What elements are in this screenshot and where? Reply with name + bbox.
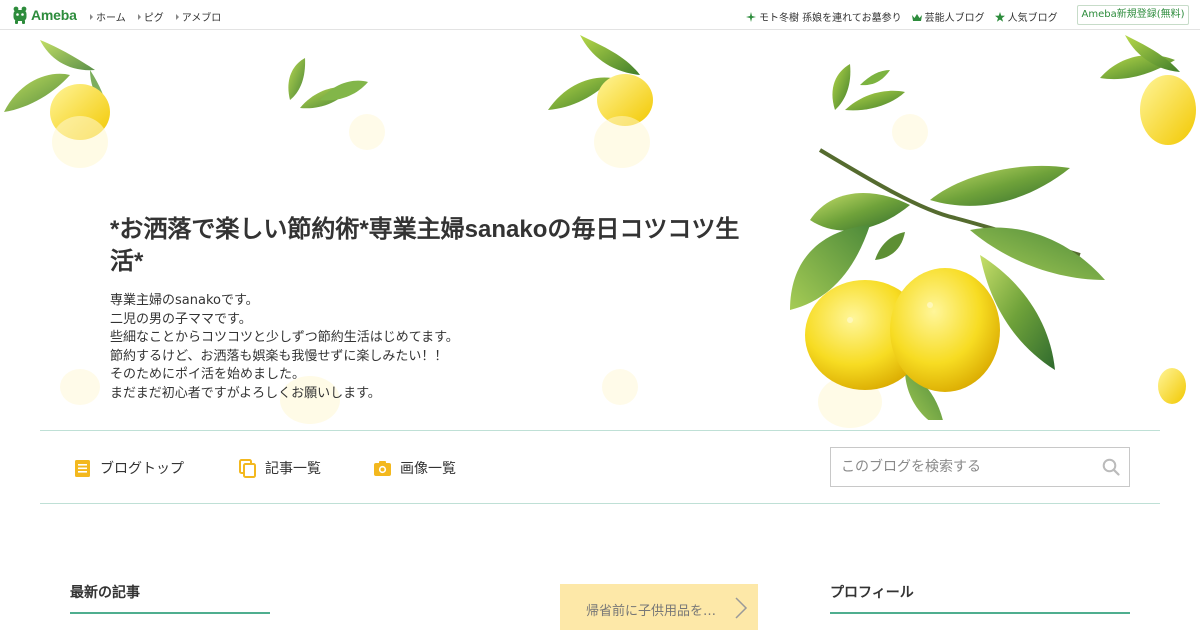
leaf-sprig-top (288, 58, 368, 109)
top-nav-label: アメブロ (181, 13, 222, 24)
triangle-right-icon (175, 13, 179, 20)
top-nav: ホーム ピグ アメブロ (90, 9, 221, 24)
top-nav-home[interactable]: ホーム (90, 9, 126, 24)
profile-divider (830, 612, 1130, 614)
top-bar: Ameba ホーム ピグ アメブロ モト冬樹 孫娘を連れてお墓参り 芸能人ブログ (0, 0, 1200, 30)
blog-description-line: 専業主婦のsanakoです。 (110, 293, 259, 308)
search-icon[interactable] (1102, 458, 1120, 476)
triangle-right-icon (90, 13, 93, 20)
copy-icon (239, 458, 256, 478)
top-link-news[interactable]: モト冬樹 孫娘を連れてお墓参り (746, 9, 902, 24)
signup-button[interactable]: Ameba新規登録(無料) (1077, 5, 1189, 25)
nav-blog-top[interactable]: ブログトップ (73, 458, 184, 478)
profile-heading: プロフィール (830, 585, 914, 601)
latest-entries-heading: 最新の記事 (70, 585, 140, 601)
blog-description-line: まだまだ初心者ですがよろしくお願いします。 (110, 385, 381, 401)
sparkle-icon (746, 11, 756, 22)
blog-description-line: そのためにポイ活を始めました。 (110, 367, 306, 383)
banner-text: 帰省前に子供用品を… (586, 604, 717, 619)
lemon-branch-illustration (790, 148, 1105, 420)
top-link-label: モト冬樹 孫娘を連れてお墓参り (759, 13, 902, 24)
nav-label: ブログトップ (100, 461, 184, 477)
nav-image-list[interactable]: 画像一覧 (373, 458, 456, 478)
triangle-right-icon (137, 13, 141, 20)
top-nav-ameblo[interactable]: アメブロ (175, 9, 222, 24)
star-icon (994, 11, 1005, 22)
latest-entry-banner[interactable]: 帰省前に子供用品を… (560, 584, 758, 630)
blog-description-line: 節約するけど、お洒落も娯楽も我慢せずに楽しみたい！！ (110, 348, 448, 364)
blog-nav: ブログトップ 記事一覧 画像一覧 (40, 430, 1160, 504)
top-link-label: 人気ブログ (1007, 13, 1058, 24)
search-input[interactable] (831, 448, 1091, 486)
top-nav-pigg[interactable]: ピグ (137, 9, 164, 24)
ameba-logo-icon (13, 6, 27, 24)
blog-description: 専業主婦のsanakoです。 二児の男の子ママです。 些細なことからコツコツと少… (110, 292, 459, 404)
ameba-logo-text: Ameba (31, 7, 77, 23)
document-icon (75, 459, 90, 477)
nav-entry-list[interactable]: 記事一覧 (238, 458, 321, 478)
blog-description-line: 二児の男の子ママです。 (110, 311, 252, 327)
nav-label: 画像一覧 (400, 461, 456, 477)
lemon-sprig-top-far-right (1100, 35, 1196, 145)
leaf-sprig-top-right (832, 64, 905, 111)
latest-entries-divider (70, 612, 270, 614)
top-link-label: 芸能人ブログ (924, 13, 985, 24)
nav-label: 記事一覧 (265, 461, 321, 477)
blog-description-line: 些細なことからコツコツと少しずつ節約生活はじめてます。 (110, 330, 459, 346)
lemon-sprig-top-center (548, 35, 653, 126)
ameba-logo[interactable]: Ameba (12, 6, 77, 24)
blog-search (830, 447, 1130, 487)
top-nav-label: ホーム (96, 13, 126, 24)
top-links: モト冬樹 孫娘を連れてお墓参り 芸能人ブログ 人気ブログ (746, 9, 1058, 24)
blog-title[interactable]: *お洒落で楽しい節約術*専業主婦sanakoの毎日コツコツ生活* (110, 214, 750, 278)
top-link-popular[interactable]: 人気ブログ (994, 9, 1058, 24)
blog-header: *お洒落で楽しい節約術*専業主婦sanakoの毎日コツコツ生活* 専業主婦のsa… (0, 30, 1200, 430)
top-nav-label: ピグ (143, 13, 164, 24)
camera-icon (374, 460, 391, 476)
top-link-celebrity[interactable]: 芸能人ブログ (911, 9, 985, 24)
crown-icon (911, 13, 922, 21)
lemon-fragment-right (1158, 368, 1186, 404)
chevron-right-icon (735, 597, 748, 619)
